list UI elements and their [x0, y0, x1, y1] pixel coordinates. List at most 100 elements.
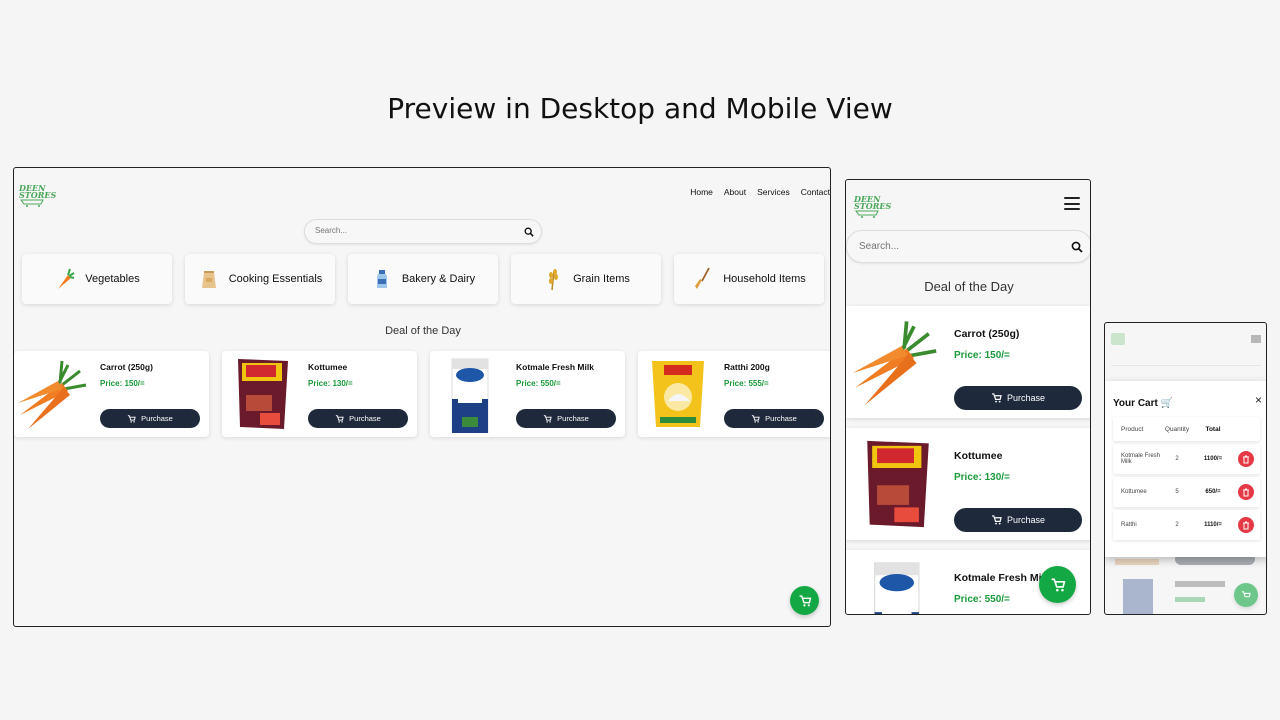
- cart-quantity: 2: [1175, 456, 1179, 462]
- kottumee-image: [226, 355, 300, 433]
- search-input[interactable]: [859, 241, 1039, 252]
- header-product: Product: [1121, 425, 1144, 433]
- milk-carton-image: [434, 355, 508, 434]
- cart-quantity: 2: [1175, 522, 1179, 528]
- product-price: Price: 150/=: [954, 350, 1010, 361]
- search-icon[interactable]: [1071, 241, 1083, 253]
- category-household-items[interactable]: Household Items: [674, 254, 824, 304]
- product-name: Carrot (250g): [100, 362, 153, 372]
- purchase-button[interactable]: Purchase: [954, 386, 1082, 410]
- close-icon[interactable]: ×: [1255, 393, 1262, 407]
- category-list: Vegetables Cooking Essentials Bakery & D…: [22, 254, 824, 304]
- cart-row: Kotmale Fresh Milk 2 1100/=: [1113, 444, 1260, 474]
- nav-about[interactable]: About: [724, 187, 746, 197]
- product-price: Price: 550/=: [954, 594, 1010, 605]
- category-bakery-dairy[interactable]: Bakery & Dairy: [348, 254, 498, 304]
- purchase-button[interactable]: Purchase: [724, 409, 824, 428]
- product-price: Price: 130/=: [308, 379, 353, 388]
- delete-icon[interactable]: [1238, 451, 1254, 467]
- cart-product: Kottumee: [1121, 489, 1147, 495]
- cart-fab-button[interactable]: [1039, 566, 1076, 603]
- nav-services[interactable]: Services: [757, 187, 790, 197]
- store-logo[interactable]: DEEN STORES: [854, 195, 892, 222]
- nav-contact[interactable]: Contact: [801, 187, 830, 197]
- category-vegetables[interactable]: Vegetables: [22, 254, 172, 304]
- purchase-label: Purchase: [765, 414, 797, 423]
- product-name: Kottumee: [308, 362, 348, 372]
- deal-title: Deal of the Day: [924, 279, 1014, 294]
- cart-icon: [752, 414, 760, 423]
- desktop-preview: DEEN STORES Home About Services Contact …: [13, 167, 831, 627]
- milk-carton-image: [850, 558, 946, 614]
- purchase-button[interactable]: Purchase: [954, 508, 1082, 532]
- search-bar: [304, 219, 542, 244]
- cart-title: Your Cart 🛒: [1113, 398, 1174, 409]
- cart-icon: [336, 414, 344, 423]
- purchase-button[interactable]: Purchase: [516, 409, 616, 428]
- search-input[interactable]: [315, 226, 505, 235]
- product-price: Price: 150/=: [100, 379, 145, 388]
- header-total: Total: [1205, 425, 1221, 433]
- cart-fab-button[interactable]: [1234, 583, 1258, 607]
- product-name: Kotmale Fresh Milk: [954, 572, 1051, 584]
- cart-total: 1100/=: [1203, 456, 1223, 462]
- broom-icon: [692, 267, 714, 291]
- product-name: Kotmale Fresh Milk: [516, 362, 594, 372]
- carrot-image: [850, 314, 946, 410]
- purchase-label: Purchase: [1006, 393, 1046, 403]
- deal-title: Deal of the Day: [385, 325, 461, 337]
- kottumee-image: [850, 436, 946, 532]
- logo-text-2: STORES: [854, 201, 892, 211]
- category-label: Cooking Essentials: [228, 273, 323, 285]
- product-card-kotmale-milk: Kotmale Fresh Milk Price: 550/= Purchase: [430, 351, 625, 437]
- category-grain-items[interactable]: Grain Items: [511, 254, 661, 304]
- product-list: Carrot (250g) Price: 150/= Purchase Kott…: [14, 351, 830, 437]
- carrot-icon: [54, 267, 76, 291]
- cart-quantity: 5: [1175, 489, 1179, 495]
- store-logo[interactable]: DEEN STORES: [19, 184, 56, 211]
- category-cooking-essentials[interactable]: Cooking Essentials: [185, 254, 335, 304]
- ratthi-image: [642, 355, 716, 433]
- category-label: Grain Items: [573, 273, 630, 285]
- cart-icon: [1241, 590, 1251, 597]
- purchase-label: Purchase: [1006, 515, 1046, 525]
- purchase-button[interactable]: Purchase: [100, 409, 200, 428]
- cart-total: 1110/=: [1204, 522, 1222, 528]
- category-label: Household Items: [723, 273, 806, 285]
- product-name: Carrot (250g): [954, 328, 1020, 340]
- page-heading: Preview in Desktop and Mobile View: [387, 92, 893, 125]
- main-nav: Home About Services Contact: [690, 187, 830, 197]
- cart-table-header: Product Quantity Total: [1113, 417, 1260, 441]
- cart-panel: Your Cart 🛒 × Product Quantity Total Kot…: [1105, 381, 1266, 557]
- cart-fab-button[interactable]: [790, 586, 819, 615]
- cart-logo-icon: [855, 210, 879, 218]
- delete-icon[interactable]: [1238, 484, 1254, 500]
- purchase-label: Purchase: [349, 414, 381, 423]
- product-price: Price: 130/=: [954, 472, 1010, 483]
- carrot-image: [18, 355, 92, 433]
- cart-icon: [991, 515, 1002, 525]
- wheat-icon: [542, 267, 564, 291]
- header-quantity: Quantity: [1164, 425, 1190, 433]
- cart-icon: [544, 414, 552, 423]
- mobile-cart-preview: Your Cart 🛒 × Product Quantity Total Kot…: [1104, 322, 1267, 615]
- mobile-preview: DEEN STORES Deal of the Day Carrot (250g…: [845, 179, 1091, 615]
- product-name: Ratthi 200g: [724, 362, 770, 372]
- cart-product: Kotmale Fresh Milk: [1121, 453, 1161, 465]
- cart-table: Product Quantity Total Kotmale Fresh Mil…: [1113, 417, 1260, 543]
- purchase-label: Purchase: [557, 414, 589, 423]
- product-name: Kottumee: [954, 450, 1003, 462]
- cart-logo-icon: [20, 199, 44, 207]
- product-price: Price: 555/=: [724, 379, 769, 388]
- purchase-label: Purchase: [141, 414, 173, 423]
- nav-home[interactable]: Home: [690, 187, 713, 197]
- cart-icon: [991, 393, 1002, 403]
- sack-icon: [198, 267, 220, 291]
- cart-icon: [1051, 577, 1065, 591]
- delete-icon[interactable]: [1238, 517, 1254, 533]
- search-icon[interactable]: [524, 227, 534, 237]
- hamburger-menu-icon[interactable]: [1064, 197, 1080, 210]
- product-card-carrot: Carrot (250g) Price: 150/= Purchase: [846, 306, 1090, 418]
- purchase-button[interactable]: Purchase: [308, 409, 408, 428]
- cart-icon: [799, 594, 811, 606]
